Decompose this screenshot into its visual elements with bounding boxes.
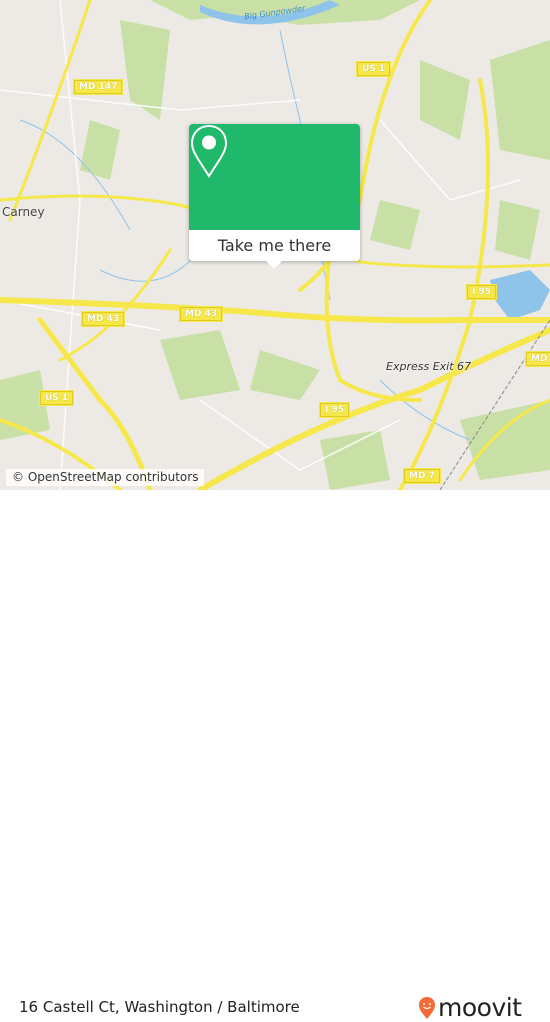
moovit-logo: moovit (418, 993, 522, 1022)
popup-header (189, 124, 360, 230)
destination-popup: Take me there (189, 124, 360, 269)
footer: 16 Castell Ct, Washington / Baltimore mo… (0, 490, 550, 1022)
place-label-carney: Carney (2, 205, 45, 219)
express-exit-label: Express Exit 67 (386, 360, 472, 373)
moovit-pin-icon (419, 996, 435, 1019)
route-shield-md-edge: MD (524, 351, 550, 367)
take-me-there-button[interactable]: Take me there (189, 230, 360, 261)
address-label: 16 Castell Ct, Washington / Baltimore (19, 998, 300, 1016)
moovit-wordmark: moovit (438, 993, 522, 1022)
route-shield-i95-right: I 95 (465, 284, 498, 300)
route-shield-md43-left: MD 43 (80, 311, 126, 327)
map[interactable]: Big Gunpowder MD 147 US 1 Carney MD 43 M… (0, 0, 550, 490)
route-shield-i95-bottom: I 95 (318, 402, 351, 418)
route-shield-us1-bottom: US 1 (38, 390, 75, 406)
map-pin-icon (190, 124, 228, 178)
route-shield-md43-mid: MD 43 (178, 306, 224, 322)
map-attribution[interactable]: © OpenStreetMap contributors (6, 469, 205, 486)
popup-pointer (265, 260, 283, 269)
route-shield-md147: MD 147 (72, 79, 124, 95)
route-shield-us1-top: US 1 (355, 61, 392, 77)
route-shield-md7: MD 7 (403, 468, 441, 484)
